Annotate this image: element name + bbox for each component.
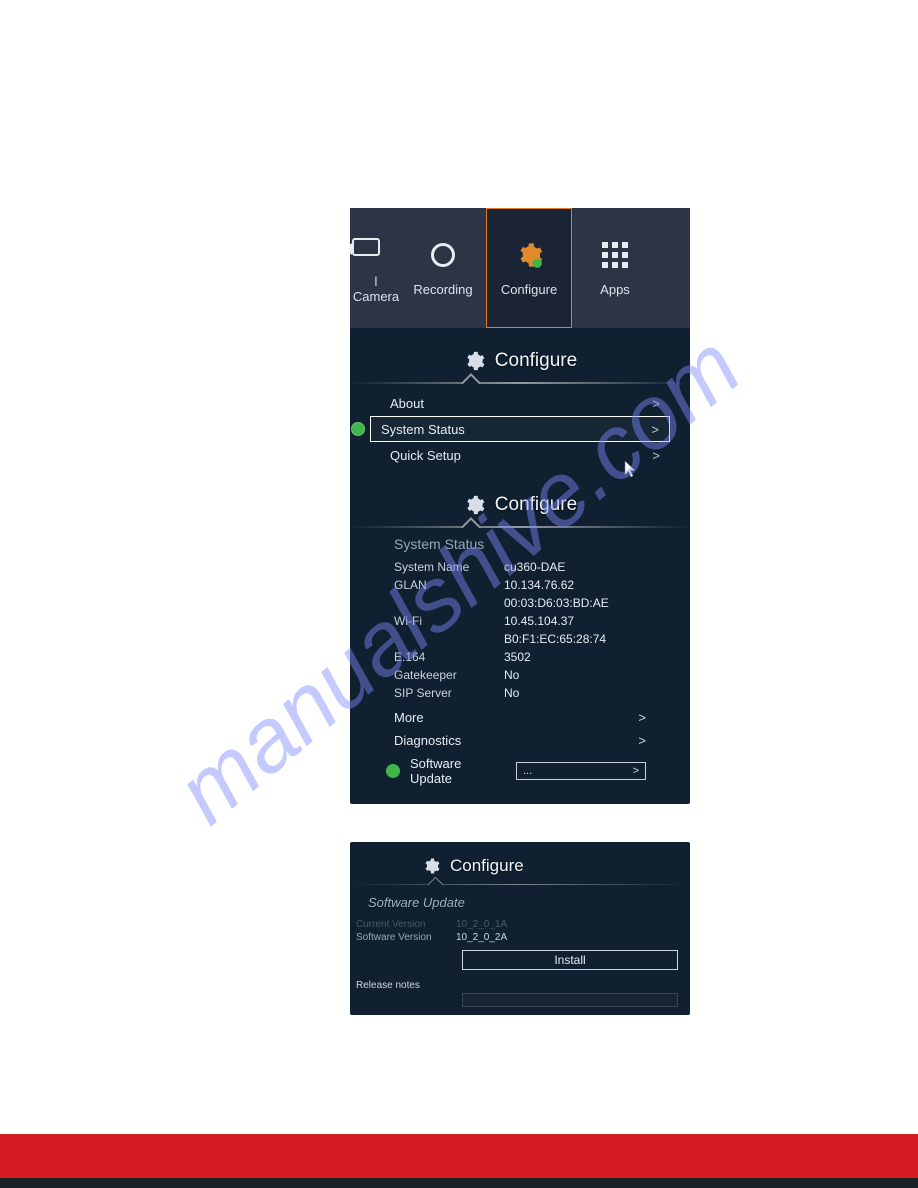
configure-panel: l Camera Recording Configure A xyxy=(350,208,690,804)
kv-gatekeeper: Gatekeeper No xyxy=(394,666,646,684)
chevron-right-icon: > xyxy=(638,710,646,725)
tab-configure[interactable]: Configure xyxy=(486,208,572,328)
tab-recording[interactable]: Recording xyxy=(400,208,486,328)
row-software-update[interactable]: Software Update ... > xyxy=(350,752,690,804)
software-update-value: ... xyxy=(523,765,532,777)
section-header-label: Configure xyxy=(495,350,577,372)
tab-apps-label: Apps xyxy=(600,282,630,297)
chevron-right-icon: > xyxy=(638,733,646,748)
record-icon xyxy=(431,240,455,270)
top-tab-bar: l Camera Recording Configure A xyxy=(350,208,690,328)
camera-icon xyxy=(352,232,380,262)
tab-configure-label: Configure xyxy=(501,282,557,297)
menu-system-status[interactable]: System Status > xyxy=(370,416,670,442)
section-header-configure-3: Configure xyxy=(350,842,690,884)
kv-system-name: System Name cu360-DAE xyxy=(394,558,646,576)
section-header-configure-1: Configure xyxy=(350,328,690,382)
tab-apps[interactable]: Apps xyxy=(572,208,658,328)
kv-e164: E.164 3502 xyxy=(394,648,646,666)
software-update-panel: Configure Software Update Current Versio… xyxy=(350,842,690,1015)
menu-quick-setup-label: Quick Setup xyxy=(390,448,652,463)
software-update-box[interactable]: ... > xyxy=(516,762,646,780)
kv-current-version: Current Version 10_2_0_1A xyxy=(350,918,690,931)
status-details-list: System Name cu360-DAE GLAN 10.134.76.62 … xyxy=(350,558,690,706)
gear-icon xyxy=(422,857,440,875)
link-more-label: More xyxy=(394,710,638,725)
kv-glan: GLAN 10.134.76.62 xyxy=(394,576,646,594)
install-row: Install xyxy=(350,944,690,974)
section-header-label: Configure xyxy=(450,856,524,876)
section-header-configure-2: Configure xyxy=(350,468,690,526)
status-indicator-icon xyxy=(351,422,365,436)
apps-grid-icon xyxy=(602,240,628,270)
menu-about[interactable]: About > xyxy=(350,390,690,416)
cursor-icon xyxy=(624,460,638,483)
menu-quick-setup[interactable]: Quick Setup > xyxy=(350,442,690,468)
release-notes-box[interactable] xyxy=(462,993,678,1007)
tab-recording-label: Recording xyxy=(413,282,472,297)
chevron-right-icon: > xyxy=(651,422,659,437)
kv-software-version: Software Version 10_2_0_2A xyxy=(350,931,690,944)
menu-system-status-label: System Status xyxy=(381,422,651,437)
tab-camera[interactable]: l Camera xyxy=(350,208,400,328)
section-header-label: Configure xyxy=(495,494,577,516)
kv-wifi-mac: B0:F1:EC:65:28:74 xyxy=(394,630,646,648)
release-notes-label: Release notes xyxy=(350,974,690,991)
kv-glan-mac: 00:03:D6:03:BD:AE xyxy=(394,594,646,612)
tab-camera-label: l Camera xyxy=(352,274,400,304)
section-divider xyxy=(350,526,690,528)
section-divider xyxy=(350,884,690,885)
gear-icon xyxy=(463,350,485,372)
link-more[interactable]: More > xyxy=(350,706,690,729)
detail-header-system-status: System Status xyxy=(350,528,690,558)
gear-icon xyxy=(463,494,485,516)
gear-icon xyxy=(515,240,543,270)
chevron-right-icon: > xyxy=(633,765,639,777)
section-divider xyxy=(350,382,690,384)
link-diagnostics-label: Diagnostics xyxy=(394,733,638,748)
install-button[interactable]: Install xyxy=(462,950,678,970)
kv-sip: SIP Server No xyxy=(394,684,646,702)
chevron-right-icon: > xyxy=(652,396,660,411)
menu-about-label: About xyxy=(390,396,652,411)
link-diagnostics[interactable]: Diagnostics > xyxy=(350,729,690,752)
page-footer-bar xyxy=(0,1134,918,1188)
subhead-software-update: Software Update xyxy=(350,891,690,918)
kv-wifi: Wi-Fi 10.45.104.37 xyxy=(394,612,646,630)
chevron-right-icon: > xyxy=(652,448,660,463)
status-indicator-icon xyxy=(386,764,400,778)
software-update-label: Software Update xyxy=(410,756,506,786)
